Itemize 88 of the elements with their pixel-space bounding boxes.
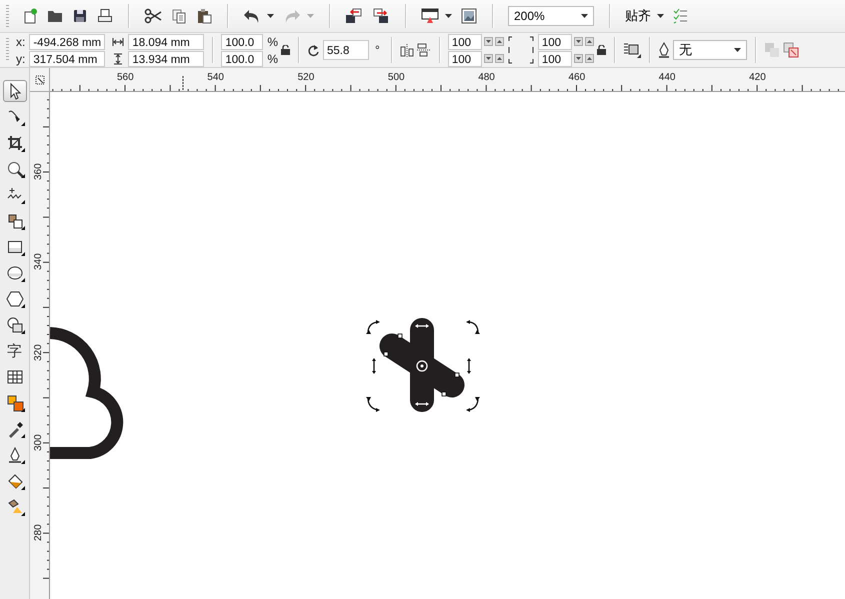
undo-icon[interactable] <box>243 8 261 24</box>
corner-brackets-icon[interactable] <box>506 35 535 65</box>
x-label: x: <box>16 34 26 48</box>
cross-shape[interactable] <box>380 318 464 412</box>
polygon-tool-icon <box>6 290 24 308</box>
zoom-dropdown[interactable]: 200% <box>508 6 594 26</box>
pick-tool-button[interactable] <box>2 80 26 102</box>
percent-sign: % <box>267 34 278 48</box>
ruler-label: 440 <box>658 72 676 83</box>
spin-up-icon[interactable] <box>494 37 504 46</box>
scissors-icon[interactable] <box>144 8 162 24</box>
ruler-label: 500 <box>388 72 405 83</box>
crop-tool-icon <box>6 134 24 152</box>
ellipse-tool-icon <box>6 264 24 282</box>
ruler-label: 480 <box>478 72 495 83</box>
table-tool-icon <box>6 368 24 386</box>
ruler-label: 420 <box>749 72 766 83</box>
snap-dropdown[interactable]: 贴齐 <box>625 7 664 25</box>
caret-icon[interactable] <box>657 14 664 18</box>
spin-down-icon[interactable] <box>574 37 583 46</box>
import-icon[interactable] <box>345 8 363 24</box>
export-icon[interactable] <box>372 8 390 24</box>
pen-nib-icon[interactable] <box>658 42 670 58</box>
spin-down-icon[interactable] <box>484 37 493 46</box>
width-field[interactable]: 18.094 mm <box>128 34 204 50</box>
caret-icon[interactable] <box>267 14 274 18</box>
ruler-label: 340 <box>33 254 44 270</box>
ruler-label: 300 <box>33 434 44 451</box>
new-document-icon[interactable] <box>22 8 38 24</box>
outline-width-dropdown[interactable]: 无 <box>672 40 747 60</box>
ruler-label: 520 <box>298 72 314 83</box>
mirror-vertical-icon[interactable] <box>416 43 431 57</box>
vertical-ruler[interactable]: 360 340 320 300 280 <box>30 92 50 599</box>
printer-icon[interactable] <box>97 8 113 24</box>
smart-fill-tool-icon <box>6 212 24 230</box>
width-icon[interactable] <box>112 36 124 46</box>
selection-handles-drawing[interactable] <box>366 320 480 412</box>
height-field[interactable]: 13.934 mm <box>128 50 204 66</box>
lock-icon[interactable] <box>281 45 290 55</box>
monitor-icon[interactable] <box>421 8 439 24</box>
scale-x-field[interactable]: 100.0 <box>221 34 264 50</box>
lock-icon[interactable] <box>596 45 606 55</box>
caret-icon[interactable] <box>734 48 741 52</box>
spin-down-icon[interactable] <box>574 54 583 63</box>
interactive-fill-tool-icon <box>6 498 24 516</box>
degree-sign: ° <box>375 43 380 57</box>
rotate-icon[interactable] <box>307 44 320 56</box>
rectangle-tool-icon <box>6 238 24 256</box>
spin-up-icon[interactable] <box>584 54 594 63</box>
corner-radius-field[interactable]: 100 <box>448 50 482 66</box>
horizontal-ruler[interactable]: 560 540 520 500 480 460 440 420 <box>50 68 845 92</box>
save-icon[interactable] <box>72 8 88 24</box>
corner-radius-field[interactable]: 100 <box>538 34 572 50</box>
wrap-text-icon[interactable] <box>622 42 641 58</box>
paint-bucket-tool-icon <box>6 472 24 490</box>
ruler-origin-icon[interactable] <box>34 74 44 84</box>
folder-icon[interactable] <box>47 8 63 24</box>
ruler-label: 360 <box>33 163 44 180</box>
y-label: y: <box>16 52 26 66</box>
checklist-icon[interactable] <box>673 8 687 24</box>
rotation-field[interactable]: 55.8 <box>323 40 370 60</box>
copy-icon[interactable] <box>171 8 187 24</box>
ruler-label: 560 <box>117 72 134 83</box>
zoom-tool-icon <box>6 160 24 178</box>
blend-tool-icon <box>6 394 24 412</box>
ruler-label: 460 <box>568 72 586 83</box>
ruler-label: 280 <box>33 524 44 542</box>
percent-sign: % <box>267 52 278 66</box>
clipboard-icon[interactable] <box>196 8 212 24</box>
spin-down-icon[interactable] <box>484 54 493 63</box>
scale-y-field[interactable]: 100.0 <box>221 50 264 66</box>
basic-shapes-tool-icon <box>6 316 24 334</box>
caret-icon[interactable] <box>581 14 588 18</box>
break-apart-icon[interactable] <box>782 42 799 58</box>
spin-up-icon[interactable] <box>494 54 504 63</box>
picture-frame-icon[interactable] <box>461 8 477 24</box>
ruler-label: 540 <box>207 72 224 83</box>
caret-icon[interactable] <box>445 14 452 18</box>
mirror-horizontal-icon[interactable] <box>400 43 414 57</box>
x-position-field[interactable]: -494.268 mm <box>29 34 106 50</box>
corner-radius-field[interactable]: 100 <box>538 50 572 66</box>
corner-radius-field[interactable]: 100 <box>448 34 482 50</box>
height-icon[interactable] <box>112 52 124 64</box>
cloud-shape[interactable] <box>50 327 124 459</box>
spin-up-icon[interactable] <box>584 37 594 46</box>
ruler-label: 320 <box>33 344 44 361</box>
text-tool[interactable]: 字 <box>2 340 26 362</box>
y-position-field[interactable]: 317.504 mm <box>29 50 106 66</box>
